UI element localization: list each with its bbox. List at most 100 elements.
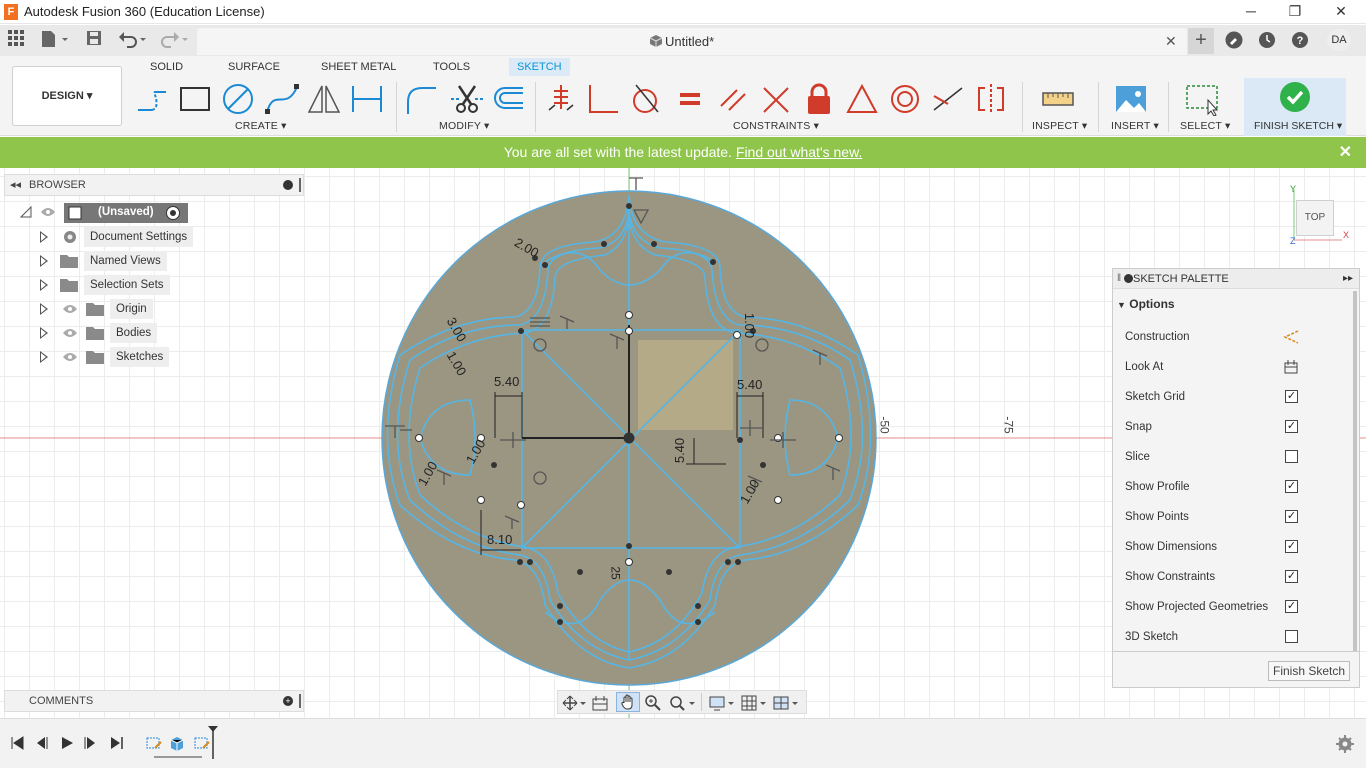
step-forward-icon[interactable] (84, 736, 98, 750)
comments-panel[interactable]: COMMENTS + (4, 690, 304, 712)
insert-menu[interactable]: INSERT ▾ (1111, 120, 1159, 132)
show-constraints-checkbox[interactable]: ✓ (1285, 570, 1298, 583)
workspace-switcher[interactable]: DESIGN ▾ (12, 66, 122, 126)
browser-item-origin[interactable]: Origin (4, 299, 304, 319)
collinear-constraint-icon[interactable] (930, 82, 966, 116)
equal-constraint-icon[interactable] (672, 82, 708, 116)
dimension-label[interactable]: 25 (609, 566, 623, 579)
sketch-grid-checkbox[interactable]: ✓ (1285, 390, 1298, 403)
trim-tool-icon[interactable] (449, 82, 485, 116)
concentric-constraint-icon[interactable] (887, 82, 923, 116)
create-menu[interactable]: CREATE ▾ (235, 120, 287, 132)
sketch-feature-icon[interactable] (145, 734, 163, 752)
spline-tool-icon[interactable] (264, 82, 300, 116)
expand-icon[interactable] (40, 255, 48, 267)
rectangle-tool-icon[interactable] (177, 82, 213, 116)
circle-tool-icon[interactable] (220, 82, 256, 116)
close-tab-button[interactable]: ✕ (1165, 33, 1177, 50)
browser-options-icon[interactable] (283, 180, 293, 190)
inspect-menu[interactable]: INSPECT ▾ (1032, 120, 1087, 132)
whats-new-link[interactable]: Find out what's new. (736, 144, 862, 160)
activate-radio-icon[interactable] (166, 206, 180, 220)
eye-icon[interactable] (40, 206, 56, 221)
insert-image-icon[interactable] (1113, 82, 1149, 116)
pin-handle-icon[interactable] (299, 694, 301, 708)
palette-options-icon[interactable] (1124, 274, 1133, 283)
palette-row-slice[interactable]: Slice (1125, 447, 1347, 467)
browser-item-named-views[interactable]: Named Views (4, 251, 304, 271)
redo-icon[interactable] (160, 30, 190, 50)
select-menu[interactable]: SELECT ▾ (1180, 120, 1230, 132)
collapse-root-icon[interactable] (19, 205, 32, 221)
undo-icon[interactable] (118, 30, 148, 50)
palette-row-show-profile[interactable]: Show Profile ✓ (1125, 477, 1347, 497)
tab-sketch[interactable]: SKETCH (509, 58, 570, 76)
viewports-icon[interactable] (772, 694, 800, 712)
timeline-marker[interactable] (207, 725, 219, 759)
measure-tool-icon[interactable] (1040, 82, 1076, 116)
browser-item-document-settings[interactable]: Document Settings (4, 227, 304, 247)
tangent-constraint-icon[interactable] (628, 82, 664, 116)
palette-row-sketch-grid[interactable]: Sketch Grid ✓ (1125, 387, 1347, 407)
horizontal-vertical-constraint-icon[interactable] (844, 82, 880, 116)
browser-item-sketches[interactable]: Sketches (4, 347, 304, 367)
look-at-icon[interactable] (1283, 359, 1299, 375)
extensions-icon[interactable] (1225, 31, 1243, 52)
zoom-icon[interactable] (644, 694, 662, 712)
browser-header[interactable]: ◂◂ BROWSER (4, 174, 304, 196)
close-banner-button[interactable]: ✕ (1339, 137, 1352, 168)
expand-icon[interactable] (40, 351, 48, 363)
document-tab[interactable]: Untitled* ✕ (197, 28, 1187, 55)
close-button[interactable]: ✕ (1318, 0, 1364, 24)
help-icon[interactable]: ? (1291, 31, 1309, 52)
parallel-constraint-icon[interactable] (715, 82, 751, 116)
play-icon[interactable] (60, 736, 74, 750)
construction-icon[interactable] (1283, 330, 1299, 344)
options-section[interactable]: ▼ Options (1117, 297, 1175, 311)
save-icon[interactable] (86, 30, 102, 50)
tab-sheet-metal[interactable]: SHEET METAL (321, 58, 396, 76)
show-points-checkbox[interactable]: ✓ (1285, 510, 1298, 523)
palette-row-show-projected-geometries[interactable]: Show Projected Geometries ✓ (1125, 597, 1347, 617)
line-tool-icon[interactable] (135, 82, 171, 116)
palette-row-show-points[interactable]: Show Points ✓ (1125, 507, 1347, 527)
sketch-palette-header[interactable]: ‖ SKETCH PALETTE ▸▸ (1113, 269, 1359, 289)
dimension-label[interactable]: 1.00 (742, 313, 757, 338)
offset-tool-icon[interactable] (491, 82, 527, 116)
snap-checkbox[interactable]: ✓ (1285, 420, 1298, 433)
mirror-tool-icon[interactable] (306, 82, 342, 116)
browser-item-selection-sets[interactable]: Selection Sets (4, 275, 304, 295)
collapse-browser-icon[interactable]: ◂◂ (10, 175, 21, 195)
midpoint-constraint-icon[interactable] (758, 82, 794, 116)
expand-icon[interactable] (40, 279, 48, 291)
fit-icon[interactable] (668, 694, 696, 712)
go-to-start-icon[interactable] (10, 736, 24, 750)
tab-solid[interactable]: SOLID (150, 58, 183, 76)
go-to-end-icon[interactable] (110, 736, 124, 750)
look-at-icon[interactable] (591, 694, 609, 712)
palette-row-show-constraints[interactable]: Show Constraints ✓ (1125, 567, 1347, 587)
expand-palette-icon[interactable]: ▸▸ (1343, 269, 1353, 289)
fix-constraint-icon[interactable] (801, 82, 837, 116)
palette-row-look-at[interactable]: Look At (1125, 357, 1347, 377)
tab-surface[interactable]: SURFACE (228, 58, 280, 76)
finish-sketch-menu[interactable]: FINISH SKETCH ▾ (1254, 120, 1342, 132)
expand-icon[interactable] (40, 303, 48, 315)
select-tool-icon[interactable] (1184, 82, 1220, 117)
finish-sketch-group[interactable]: FINISH SKETCH ▾ (1244, 78, 1346, 136)
coincident-constraint-icon[interactable] (543, 82, 579, 116)
new-tab-button[interactable]: + (1188, 28, 1214, 54)
expand-icon[interactable] (40, 231, 48, 243)
eye-icon[interactable] (62, 351, 78, 363)
3d-sketch-checkbox[interactable] (1285, 630, 1298, 643)
modify-menu[interactable]: MODIFY ▾ (439, 120, 489, 132)
dimension-label[interactable]: 5.40 (494, 374, 519, 389)
palette-scrollbar[interactable] (1353, 291, 1357, 651)
minimize-button[interactable]: ─ (1228, 0, 1274, 24)
expand-icon[interactable] (40, 327, 48, 339)
pan-button[interactable] (616, 692, 640, 712)
dimension-tool-icon[interactable] (349, 82, 385, 116)
eye-icon[interactable] (62, 327, 78, 339)
perpendicular-constraint-icon[interactable] (586, 82, 622, 116)
step-back-icon[interactable] (34, 736, 48, 750)
